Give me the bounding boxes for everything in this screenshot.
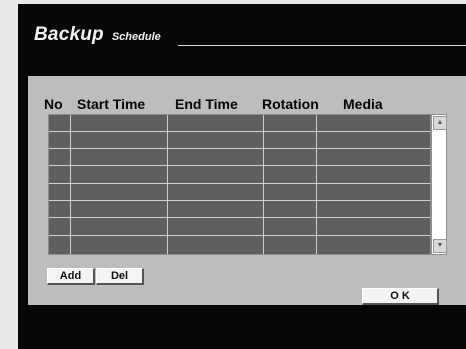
table-row[interactable]	[49, 200, 430, 201]
table-row[interactable]	[49, 183, 430, 184]
column-header-media: Media	[343, 96, 383, 112]
title-backup: Backup	[34, 24, 104, 45]
arrow-up-icon[interactable]: ▲	[433, 116, 447, 130]
column-divider	[167, 115, 168, 254]
table-row[interactable]	[49, 131, 430, 132]
column-header-no: No	[44, 96, 63, 112]
table-row[interactable]	[49, 165, 430, 166]
add-button[interactable]: Add	[47, 268, 95, 285]
del-button[interactable]: Del	[96, 268, 144, 285]
table-row[interactable]	[49, 148, 430, 149]
column-divider	[316, 115, 317, 254]
ok-button[interactable]: O K	[362, 288, 439, 305]
table-row[interactable]	[49, 217, 430, 218]
column-divider	[263, 115, 264, 254]
window-title: Backup Schedule	[34, 24, 161, 46]
schedule-table[interactable]	[48, 114, 431, 255]
table-row[interactable]	[49, 235, 430, 236]
title-schedule: Schedule	[111, 31, 161, 43]
column-header-end-time: End Time	[175, 96, 238, 112]
title-underline	[178, 45, 466, 46]
table-scrollbar[interactable]: ▲ ▼	[431, 114, 447, 255]
column-header-rotation: Rotation	[262, 96, 319, 112]
backup-screen: Backup Schedule No Start Time End Time R…	[18, 4, 466, 349]
column-header-start-time: Start Time	[77, 96, 146, 112]
column-divider	[70, 115, 71, 254]
arrow-down-icon[interactable]: ▼	[433, 239, 447, 253]
